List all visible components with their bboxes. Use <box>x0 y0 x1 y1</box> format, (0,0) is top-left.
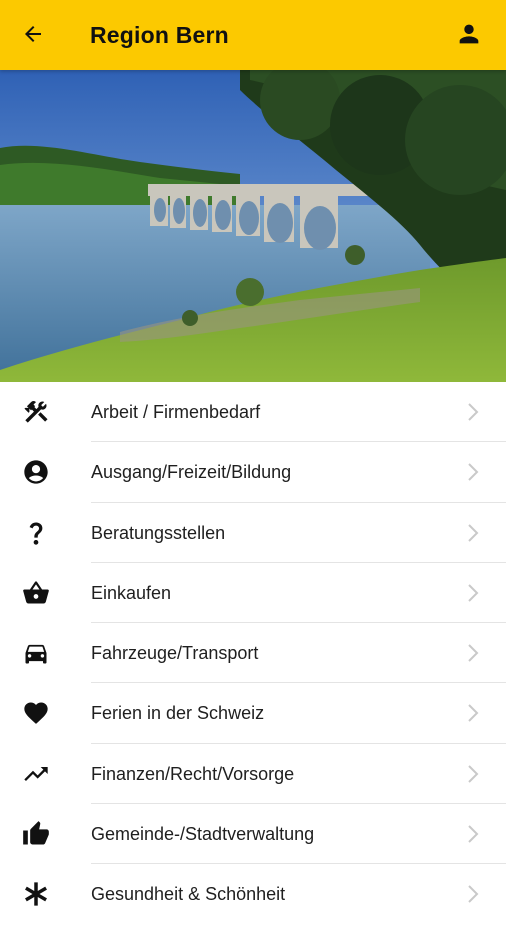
chevron-right-icon <box>466 823 480 845</box>
arrow-back-icon <box>21 22 45 51</box>
app-bar: Region Bern <box>0 0 506 70</box>
asterisk-icon <box>20 878 52 910</box>
list-item[interactable]: Finanzen/Recht/Vorsorge <box>0 744 506 805</box>
question-icon <box>20 517 52 549</box>
chevron-right-icon <box>466 522 480 544</box>
chevron-right-icon <box>466 702 480 724</box>
list-item-label: Finanzen/Recht/Vorsorge <box>91 763 295 784</box>
list-item[interactable]: Fahrzeuge/Transport <box>0 623 506 684</box>
list-item[interactable]: Einkaufen <box>0 563 506 624</box>
chevron-right-icon <box>466 883 480 905</box>
chevron-right-icon <box>466 763 480 785</box>
trending-up-icon <box>20 758 52 790</box>
list-item-label: Arbeit / Firmenbedarf <box>91 402 261 422</box>
heart-icon <box>20 697 52 729</box>
list-item-label: Gesundheit & Schönheit <box>91 884 286 905</box>
basket-icon <box>20 577 52 609</box>
list-item-label: Ferien in der Schweiz <box>91 703 265 724</box>
car-icon <box>20 637 52 669</box>
list-item[interactable]: Beratungsstellen <box>0 503 506 563</box>
list-item[interactable]: Ferien in der Schweiz <box>0 683 506 744</box>
back-button[interactable] <box>14 17 52 55</box>
list-item-label: Ausgang/Freizeit/Bildung <box>91 462 292 483</box>
chevron-right-icon <box>466 582 480 604</box>
thumbs-up-icon <box>20 818 52 850</box>
person-circle-icon <box>20 456 52 488</box>
account-button[interactable] <box>450 17 488 55</box>
list-item[interactable]: Gesundheit & Schönheit <box>0 864 506 924</box>
account-icon <box>455 20 483 53</box>
list-item-label: Fahrzeuge/Transport <box>91 643 259 664</box>
page-title: Region Bern <box>90 22 229 48</box>
list-item[interactable]: Gemeinde-/Stadtverwaltung <box>0 804 506 865</box>
chevron-right-icon <box>466 401 480 423</box>
hero-image <box>0 70 506 382</box>
category-list: Arbeit / Firmenbedarf Ausgang/Freizeit/B… <box>0 382 506 925</box>
list-item-label: Beratungsstellen <box>91 522 226 543</box>
list-item-label: Gemeinde-/Stadtverwaltung <box>91 824 315 845</box>
list-item[interactable]: Arbeit / Firmenbedarf <box>0 382 506 443</box>
chevron-right-icon <box>466 642 480 664</box>
chevron-right-icon <box>466 461 480 483</box>
list-item[interactable]: Ausgang/Freizeit/Bildung <box>0 442 506 503</box>
tools-icon <box>20 396 52 428</box>
list-item-label: Einkaufen <box>91 582 172 603</box>
